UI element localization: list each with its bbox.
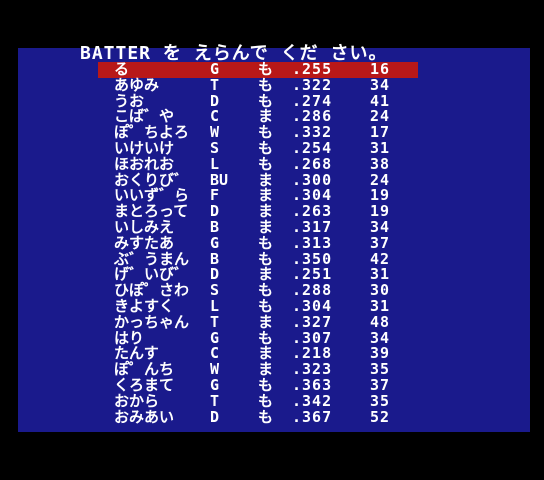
batter-row[interactable]: おみあい D も .367 52	[98, 407, 418, 426]
batter-name: おみあい	[114, 407, 175, 426]
batter-home-runs: 52	[370, 407, 391, 426]
batter-hand: も	[258, 407, 274, 426]
batter-position: D	[210, 407, 220, 426]
batter-list: る G も .255 16 あゆみ T も .322 34 うお D も .274 41 こば゛や C ま .286…	[98, 61, 418, 426]
batter-average: .367	[292, 407, 333, 426]
